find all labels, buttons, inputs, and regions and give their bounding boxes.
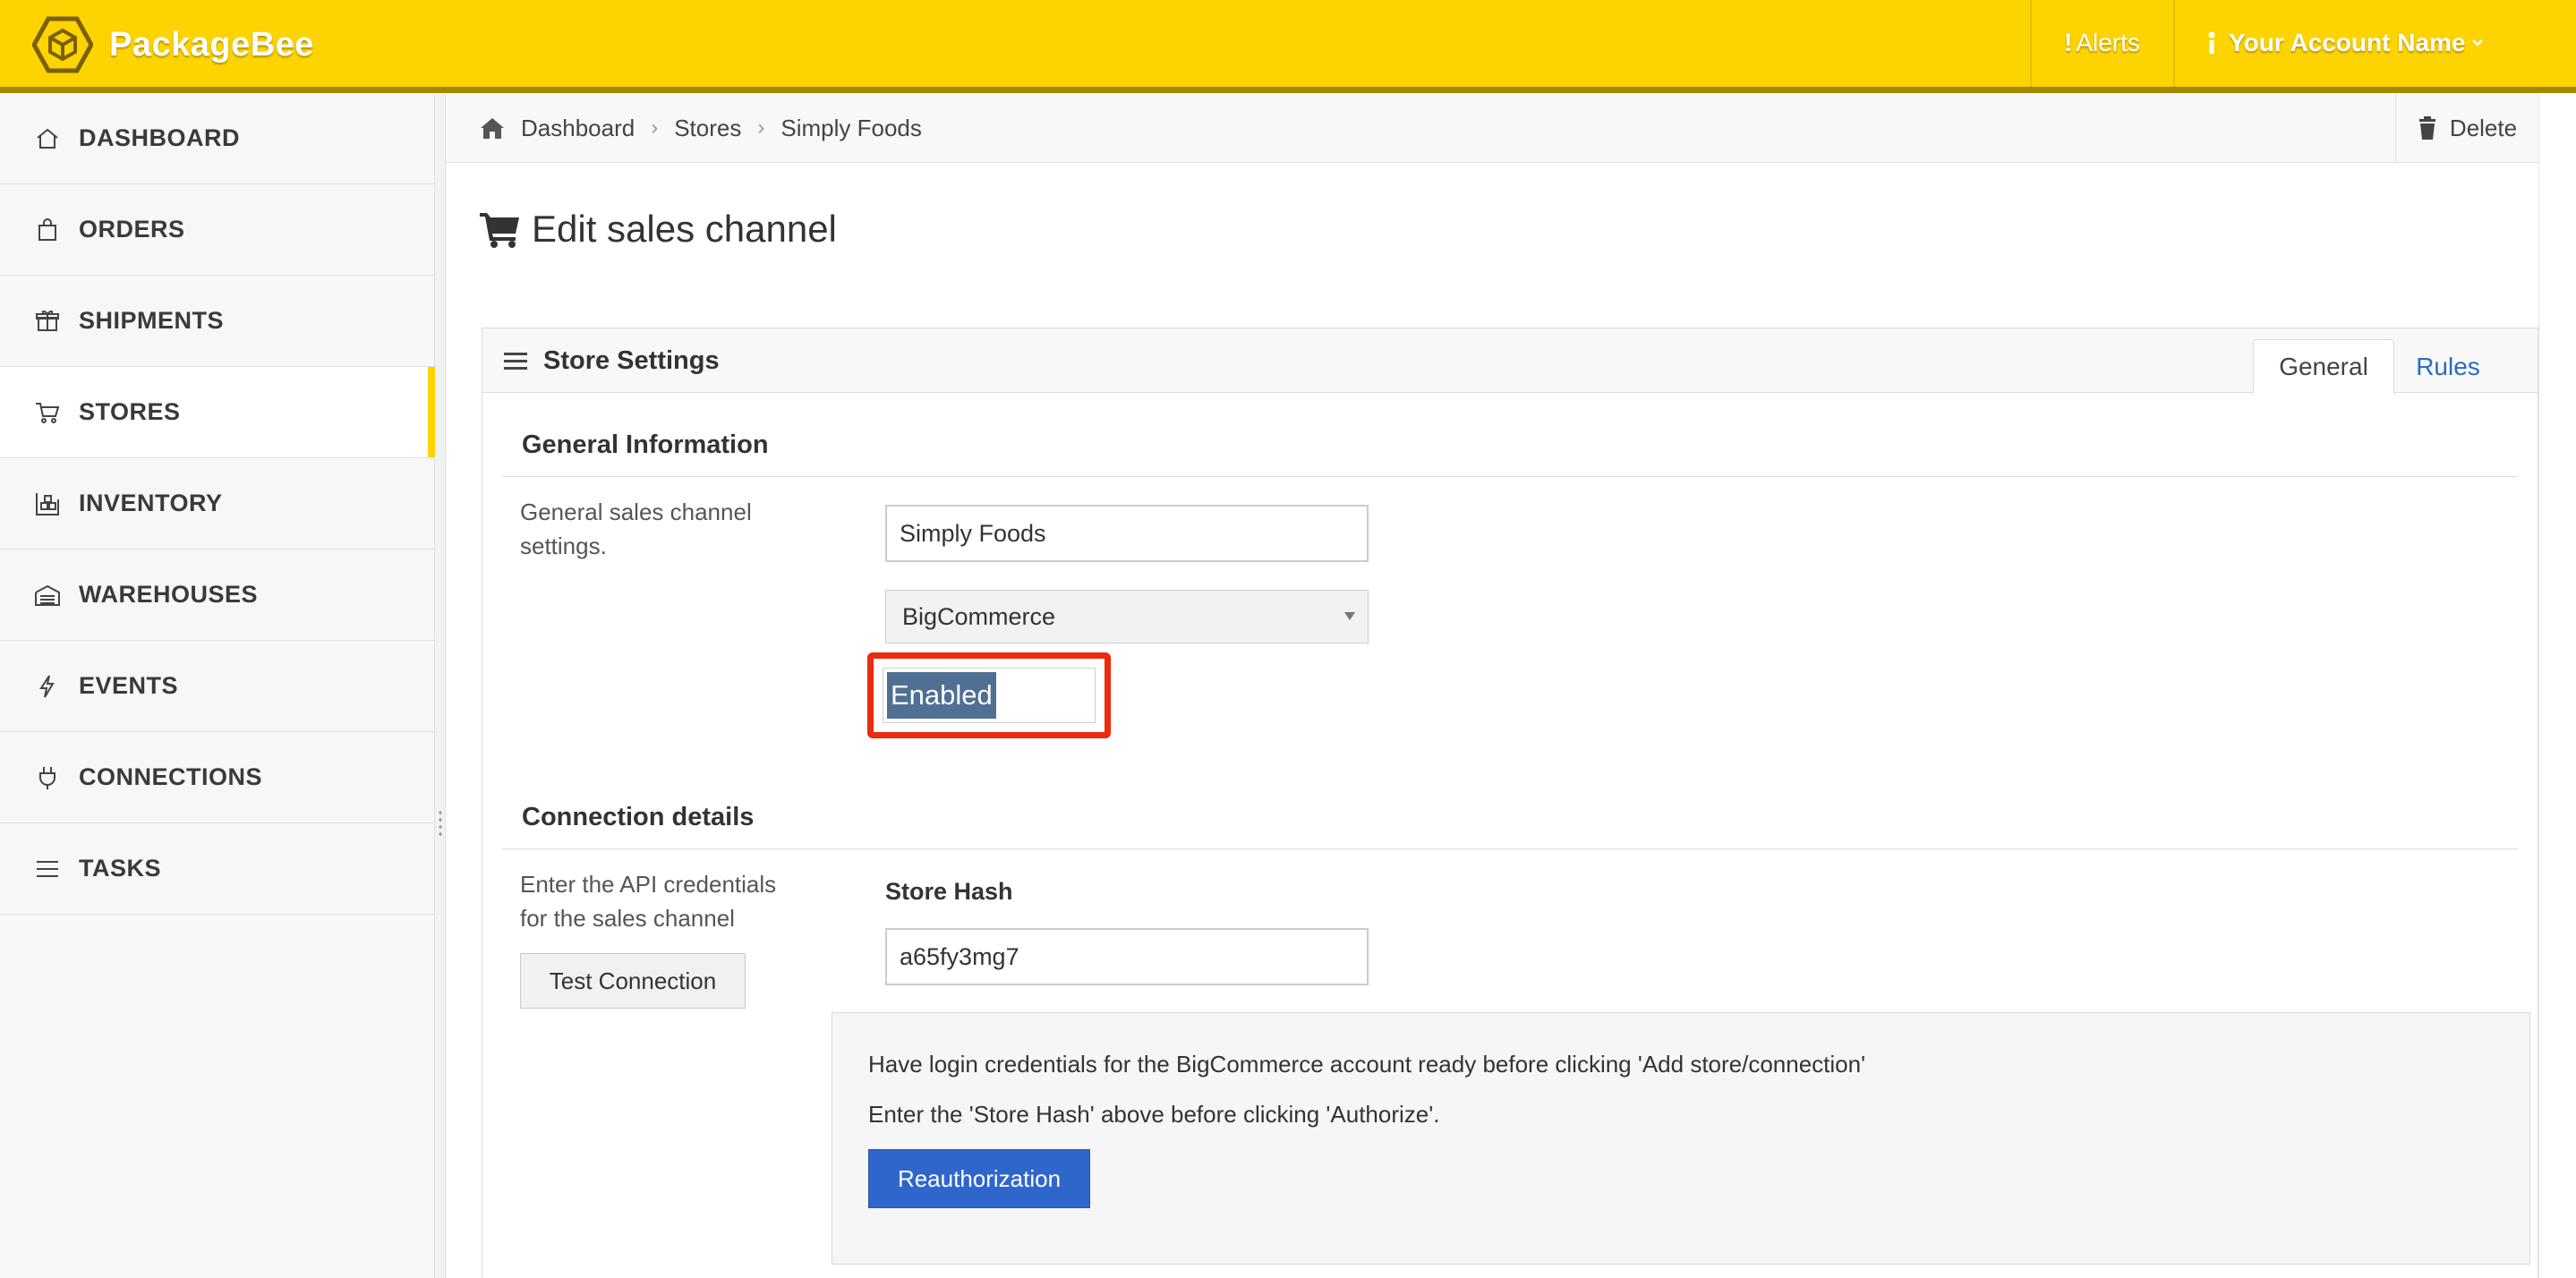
breadcrumb-bar: Dashboard › Stores › Simply Foods Delete [446,93,2538,163]
sidebar-item-label: CONNECTIONS [79,763,263,790]
info-text-store-hash: Enter the 'Store Hash' above before clic… [868,1101,1440,1128]
sidebar-item-connections[interactable]: CONNECTIONS [0,732,434,823]
general-information-heading: General Information [522,430,769,459]
status-select-value: Enabled [887,672,996,719]
store-hash-label: Store Hash [885,878,1013,905]
account-name: Your Account Name [2229,29,2466,56]
sidebar-item-label: TASKS [79,855,162,882]
alerts-link[interactable]: ! Alerts [2064,25,2140,61]
package-icon [36,310,59,331]
authorization-info-box: Have login credentials for the BigCommer… [832,1012,2530,1265]
shopping-bag-icon [38,217,56,241]
chevron-down-icon [2472,39,2484,47]
panel-header: Store Settings General Rules [482,328,2538,395]
breadcrumb-dashboard[interactable]: Dashboard [521,115,635,142]
connection-details-heading: Connection details [522,803,755,831]
account-menu[interactable]: Your Account Name [2205,25,2485,61]
info-icon [2208,31,2215,54]
sidebar-item-shipments[interactable]: SHIPMENTS [0,276,434,367]
cart-icon [36,402,60,423]
warehouse-icon [35,584,60,606]
section-divider [502,476,2518,477]
sidebar-item-label: SHIPMENTS [79,307,225,334]
shelves-icon [36,492,59,515]
info-text-credentials: Have login credentials for the BigCommer… [868,1051,1866,1078]
breadcrumb-stores[interactable]: Stores [674,115,741,142]
chevron-right-icon: › [651,115,659,140]
list-icon [37,860,58,877]
sidebar-item-label: ORDERS [79,216,185,243]
delete-button[interactable]: Delete [2395,93,2538,163]
alerts-label: Alerts [2076,29,2140,56]
hamburger-icon [504,348,527,374]
sidebar-item-label: STORES [79,398,181,425]
store-hash-input[interactable] [885,928,1369,985]
store-name-input[interactable] [885,505,1369,562]
sidebar-item-stores[interactable]: STORES [0,367,435,458]
store-settings-panel: Store Settings General Rules General Inf… [482,328,2538,1278]
sidebar-item-label: EVENTS [79,672,179,699]
breadcrumb-current: Simply Foods [780,114,922,141]
panel-title: Store Settings [504,328,720,393]
sidebar-item-label: DASHBOARD [79,124,240,151]
trash-icon [2418,116,2435,140]
sidebar-item-warehouses[interactable]: WAREHOUSES [0,550,434,641]
plug-icon [39,766,55,789]
page-title: Edit sales channel [480,204,837,254]
status-select[interactable]: Enabled [883,668,1096,723]
top-bar: PackageBee ! Alerts Your Account Name [0,0,2576,93]
status-highlight-box: Enabled [867,652,1111,738]
chevron-right-icon: › [757,115,765,140]
hexagon-logo-icon [32,16,93,73]
caret-down-icon [1344,612,1355,620]
top-divider [2030,0,2032,87]
exclamation-icon: ! [2064,29,2073,56]
right-gutter [2538,93,2576,1278]
sidebar-item-events[interactable]: EVENTS [0,641,434,732]
reauthorization-button[interactable]: Reauthorization [868,1149,1090,1208]
sidebar-resize-handle[interactable] [435,93,446,1278]
page-title-text: Edit sales channel [532,208,837,250]
test-connection-button[interactable]: Test Connection [520,953,746,1009]
platform-select-value: BigCommerce [902,602,1056,630]
sidebar-item-inventory[interactable]: INVENTORY [0,458,434,550]
sidebar-item-dashboard[interactable]: DASHBOARD [0,93,434,184]
platform-select[interactable]: BigCommerce [885,590,1369,643]
home-icon [37,128,58,149]
bolt-icon [39,674,55,698]
sidebar-item-label: INVENTORY [79,490,223,516]
general-description: General sales channel settings. [520,498,752,559]
tab-rules[interactable]: Rules [2394,339,2502,395]
delete-label: Delete [2449,114,2518,141]
tab-general[interactable]: General [2253,339,2394,395]
cart-icon [480,213,519,248]
section-divider [502,848,2518,849]
grip-dots-icon [438,809,443,836]
sidebar-item-label: WAREHOUSES [79,581,259,608]
connection-description: Enter the API credentials for the sales … [520,871,777,932]
sidebar-item-orders[interactable]: ORDERS [0,184,434,276]
home-icon[interactable] [480,116,505,140]
sidebar: DASHBOARD ORDERS SHIPMENTS STORES INVENT… [0,93,435,1278]
app-name: PackageBee [109,25,314,64]
panel-title-text: Store Settings [543,345,720,375]
top-divider [2173,0,2175,87]
breadcrumb: Dashboard › Stores › Simply Foods [480,93,922,163]
sidebar-item-tasks[interactable]: TASKS [0,823,434,915]
app-logo[interactable]: PackageBee [32,16,314,73]
